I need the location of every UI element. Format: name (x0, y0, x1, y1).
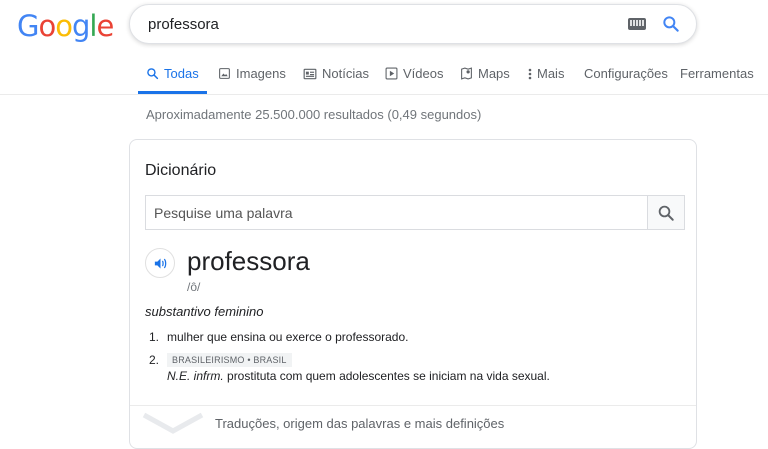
keyboard-icon[interactable] (628, 18, 646, 30)
chevron-down-icon[interactable] (142, 412, 204, 434)
dictionary-card: Dicionário Pesquise uma palavra professo… (129, 139, 697, 449)
logo-letter: g (71, 9, 90, 43)
logo-letter: l (89, 9, 97, 43)
play-icon (385, 67, 398, 80)
search-icon (658, 205, 674, 221)
logo-letter: G (17, 9, 40, 43)
google-logo[interactable]: Google (17, 9, 114, 43)
tab-label: Notícias (322, 66, 369, 81)
tab-label: Todas (164, 66, 199, 81)
definition-number: 1. (148, 330, 159, 344)
tab-mais[interactable]: Mais (528, 66, 564, 81)
definition-item: 1. mulher que ensina ou exerce o profess… (145, 330, 685, 346)
tab-label: Configurações (584, 66, 668, 81)
tab-maps[interactable]: Maps (460, 66, 510, 81)
logo-letter: o (38, 9, 56, 43)
news-icon (303, 68, 317, 79)
image-icon (219, 68, 230, 79)
definition-text: mulher que ensina ou exerce o professora… (167, 330, 409, 344)
map-pin-icon (461, 67, 472, 80)
tab-label: Vídeos (403, 66, 444, 81)
tab-imagens[interactable]: Imagens (218, 66, 286, 81)
logo-letter: o (55, 9, 73, 43)
search-tabs: Todas Imagens Notícias Vídeos Maps Mais … (0, 56, 768, 95)
more-definitions-link[interactable]: Traduções, origem das palavras e mais de… (215, 416, 504, 431)
tab-videos[interactable]: Vídeos (385, 66, 443, 81)
tab-label: Imagens (236, 66, 286, 81)
search-placeholder[interactable]: Pesquise uma palavra (154, 205, 293, 221)
result-stats: Aproximadamente 25.500.000 resultados (0… (146, 107, 482, 122)
tab-configuracoes[interactable]: Configurações (584, 66, 668, 81)
definition-text: prostituta com quem adolescentes se inic… (227, 369, 550, 383)
card-title: Dicionário (145, 162, 217, 179)
speaker-icon (154, 258, 167, 269)
tab-label: Mais (537, 66, 565, 81)
search-icon (147, 68, 159, 80)
search-icon[interactable] (661, 14, 681, 34)
definition-tag: BRASILEIRISMO • BRASIL (167, 352, 292, 367)
tab-label: Ferramentas (680, 66, 754, 81)
search-input[interactable]: professora (148, 16, 219, 33)
definition-item: 2. BRASILEIRISMO • BRASIL N.E. infrm. pr… (145, 352, 685, 392)
pronunciation-button[interactable] (145, 248, 175, 278)
tab-noticias[interactable]: Notícias (303, 66, 369, 81)
phonetic: /ô/ (187, 280, 201, 294)
tab-todas[interactable]: Todas (146, 66, 199, 81)
definition-text-wrap: N.E. infrm. prostituta com quem adolesce… (167, 369, 550, 383)
tab-label: Maps (478, 66, 510, 81)
dictionary-search-button[interactable] (647, 196, 684, 229)
definition-number: 2. (148, 353, 159, 367)
more-vert-icon (528, 68, 532, 79)
headword: professora (187, 246, 310, 276)
dictionary-search-input[interactable]: Pesquise uma palavra (145, 195, 685, 230)
divider (130, 405, 696, 406)
part-of-speech: substantivo feminino (145, 304, 264, 319)
search-box[interactable]: professora (129, 4, 697, 44)
region-badge: BRASILEIRISMO • BRASIL (167, 353, 292, 367)
tab-ferramentas[interactable]: Ferramentas (680, 66, 754, 81)
logo-letter: e (96, 9, 114, 43)
active-tab-indicator (138, 91, 207, 94)
definition-label: N.E. infrm. (167, 369, 224, 383)
